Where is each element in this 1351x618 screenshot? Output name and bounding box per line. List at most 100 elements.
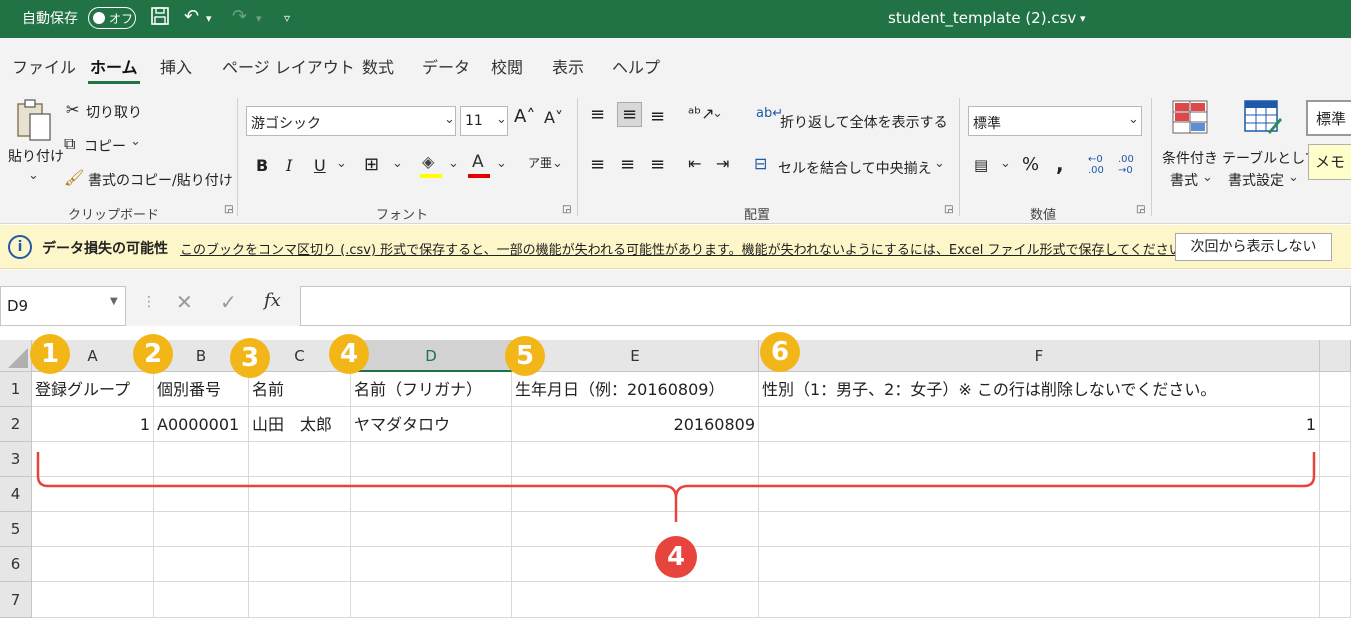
tab-file[interactable]: ファイル — [12, 54, 76, 78]
document-title[interactable]: student_template (2).csv — [888, 9, 1076, 27]
align-middle-icon[interactable]: ≡ — [617, 102, 643, 127]
decrease-indent-icon[interactable]: ⇤ — [688, 154, 701, 173]
chevron-down-icon[interactable]: ⌄ — [712, 106, 723, 121]
align-right-icon[interactable]: ≡ — [650, 154, 665, 175]
comma-style-icon[interactable]: , — [1056, 152, 1064, 176]
chevron-down-icon[interactable]: ⌄ — [1202, 170, 1213, 185]
tab-data[interactable]: データ — [422, 54, 470, 78]
copy-dropdown-icon[interactable]: ⌄ — [130, 134, 141, 149]
dialog-launcher-icon[interactable]: ◲ — [1136, 204, 1145, 215]
spreadsheet-grid: A B C D E F 1 2 3 4 5 6 7 登録グループ 個別番号 名前… — [0, 332, 1351, 618]
info-icon: i — [8, 235, 32, 259]
underline-icon[interactable]: U — [314, 156, 326, 175]
chevron-down-icon[interactable]: ⌄ — [1000, 156, 1011, 171]
chevron-down-icon[interactable]: ⌄ — [1128, 112, 1139, 127]
formula-input[interactable] — [300, 286, 1351, 326]
format-painter-button[interactable]: 書式のコピー/貼り付け — [88, 170, 233, 190]
redo-icon[interactable]: ↷ — [232, 6, 247, 27]
chevron-down-icon[interactable]: ⌄ — [496, 112, 507, 127]
divider — [237, 98, 238, 216]
data-loss-warning-bar: i データ損失の可能性 このブックをコンマ区切り (.csv) 形式で保存すると… — [0, 225, 1351, 269]
chevron-down-icon[interactable]: ▾ — [1080, 12, 1086, 25]
chevron-down-icon[interactable]: ⌄ — [1288, 170, 1299, 185]
decrease-decimal-icon[interactable]: .00 →0 — [1118, 154, 1134, 176]
chevron-down-icon[interactable]: ⌄ — [444, 112, 455, 127]
font-grow-icon[interactable]: A˄ — [514, 106, 535, 127]
increase-indent-icon[interactable]: ⇥ — [716, 154, 729, 173]
percent-icon[interactable]: % — [1022, 154, 1039, 175]
format-as-table-button[interactable]: テーブルとして — [1222, 148, 1319, 168]
font-name-select[interactable]: 游ゴシック — [246, 106, 456, 136]
name-box-dropdown-icon[interactable]: ▼ — [110, 296, 118, 307]
chevron-down-icon[interactable]: ⌄ — [552, 156, 563, 171]
undo-dropdown-icon[interactable]: ▾ — [206, 12, 212, 25]
dialog-launcher-icon[interactable]: ◲ — [562, 204, 571, 215]
insert-function-icon[interactable]: fx — [264, 290, 281, 311]
chevron-down-icon[interactable]: ⌄ — [392, 156, 403, 171]
bold-icon[interactable]: B — [256, 156, 268, 175]
dialog-launcher-icon[interactable]: ◲ — [944, 204, 953, 215]
number-format-select[interactable]: 標準 — [968, 106, 1142, 136]
autosave-state: オフ — [109, 12, 134, 26]
undo-icon[interactable]: ↶ — [184, 6, 199, 27]
orientation-icon[interactable]: ᵃᵇ↗ — [688, 104, 715, 123]
conditional-format-button-line2[interactable]: 書式 — [1170, 170, 1198, 190]
align-left-icon[interactable]: ≡ — [590, 154, 605, 175]
dialog-launcher-icon[interactable]: ◲ — [224, 204, 233, 215]
ribbon-tabs: ファイル ホーム 挿入 ページ レイアウト 数式 データ 校閲 表示 ヘルプ — [0, 38, 1351, 90]
enter-icon[interactable]: ✓ — [220, 290, 237, 314]
autosave-toggle[interactable]: オフ — [88, 7, 136, 29]
paste-icon[interactable] — [16, 98, 52, 146]
customize-qat-icon[interactable]: ▿ — [284, 11, 290, 25]
italic-icon[interactable]: I — [286, 156, 292, 175]
tab-formulas[interactable]: 数式 — [362, 54, 394, 78]
font-shrink-icon[interactable]: A˅ — [544, 108, 563, 127]
cancel-icon[interactable]: ✕ — [176, 290, 193, 314]
save-icon[interactable] — [150, 6, 170, 31]
chevron-down-icon[interactable]: ⌄ — [496, 156, 507, 171]
name-box[interactable]: D9 — [0, 286, 126, 326]
cut-button[interactable]: 切り取り — [86, 102, 142, 122]
paste-dropdown-icon[interactable]: ⌄ — [28, 168, 39, 183]
tab-insert[interactable]: 挿入 — [160, 54, 192, 78]
format-painter-icon[interactable]: 🖌 — [64, 168, 84, 187]
tab-home[interactable]: ホーム — [88, 54, 140, 84]
conditional-format-button[interactable]: 条件付き — [1162, 148, 1218, 168]
copy-icon[interactable]: ⧉ — [64, 134, 75, 154]
style-memo[interactable]: メモ — [1308, 144, 1351, 180]
align-bottom-icon[interactable]: ≡ — [650, 106, 665, 127]
copy-button[interactable]: コピー — [84, 136, 126, 156]
paste-button[interactable]: 貼り付け — [8, 146, 64, 166]
increase-decimal-icon[interactable]: ←0.00 — [1088, 154, 1104, 176]
format-as-table-icon[interactable] — [1244, 100, 1282, 138]
align-top-icon[interactable]: ≡ — [590, 104, 605, 125]
chevron-down-icon[interactable]: ⌄ — [934, 156, 945, 171]
annotation-badge-red-4: 4 — [655, 536, 697, 578]
align-center-icon[interactable]: ≡ — [620, 154, 635, 175]
tab-help[interactable]: ヘルプ — [612, 54, 660, 78]
fill-color-icon[interactable]: ◈ — [420, 152, 442, 178]
chevron-down-icon[interactable]: ⌄ — [448, 156, 459, 171]
currency-format-icon[interactable]: ▤ — [974, 156, 988, 174]
tab-page-layout[interactable]: ページ レイアウト — [222, 54, 355, 78]
chevron-down-icon[interactable]: ⌄ — [336, 156, 347, 171]
font-group-label: フォント — [376, 208, 429, 223]
merge-center-button[interactable]: セルを結合して中央揃え — [778, 158, 932, 178]
font-color-icon[interactable]: A — [468, 152, 490, 178]
style-standard[interactable]: 標準 — [1306, 100, 1351, 136]
tab-view[interactable]: 表示 — [552, 54, 584, 78]
tab-review[interactable]: 校閲 — [491, 54, 523, 78]
more-options-icon[interactable]: ⋮ — [142, 294, 156, 310]
wrap-text-button[interactable]: 折り返して全体を表示する — [780, 112, 948, 132]
borders-icon[interactable]: ⊞ — [364, 154, 379, 175]
redo-dropdown-icon[interactable]: ▾ — [256, 12, 262, 25]
merge-center-icon[interactable]: ⊟ — [754, 154, 767, 173]
cut-icon[interactable]: ✂ — [66, 100, 79, 119]
divider — [959, 98, 960, 216]
phonetic-icon[interactable]: ア亜 — [528, 154, 552, 171]
format-as-table-button-line2[interactable]: 書式設定 — [1228, 170, 1284, 190]
toggle-knob — [93, 12, 105, 24]
conditional-format-icon[interactable] — [1172, 100, 1208, 138]
dont-show-again-button[interactable]: 次回から表示しない — [1175, 233, 1332, 261]
warning-message-link[interactable]: このブックをコンマ区切り (.csv) 形式で保存すると、一部の機能が失われる可… — [180, 239, 1195, 258]
